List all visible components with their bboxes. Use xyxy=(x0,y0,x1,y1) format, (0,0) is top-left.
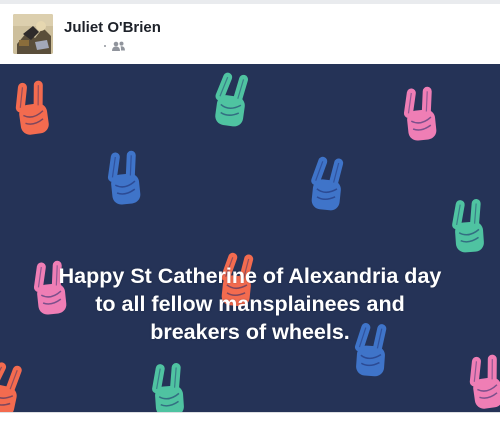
peace-hand-icon xyxy=(16,84,50,135)
author-name[interactable]: Juliet O'Brien xyxy=(64,19,161,36)
separator-dot xyxy=(104,45,106,47)
banner-line-1: Happy St Catherine of Alexandria day xyxy=(58,264,442,288)
banner-line-3: breakers of wheels. xyxy=(150,320,350,344)
peace-hand-icon xyxy=(108,155,141,206)
divider xyxy=(0,412,500,413)
banner-line-2: to all fellow mansplainees and xyxy=(95,292,405,316)
post-header: Juliet O'Brien xyxy=(0,4,500,64)
post-footer xyxy=(0,412,500,423)
peace-hand-icon xyxy=(404,91,437,142)
peace-hand-icon xyxy=(214,76,248,127)
peace-hand-icon xyxy=(153,367,184,412)
avatar[interactable] xyxy=(13,14,53,54)
friends-icon[interactable] xyxy=(112,41,125,51)
post-banner[interactable]: Happy St Catherine of Alexandria day to … xyxy=(0,64,500,412)
peace-hand-pattern xyxy=(0,64,500,412)
post-meta xyxy=(104,39,125,53)
banner-message: Happy St Catherine of Alexandria day to … xyxy=(0,262,500,346)
peace-hand-icon xyxy=(453,203,484,253)
profile-photo-icon xyxy=(13,14,53,54)
peace-hand-icon xyxy=(0,365,22,412)
peace-hand-icon xyxy=(470,358,500,409)
peace-hand-icon xyxy=(311,161,344,212)
